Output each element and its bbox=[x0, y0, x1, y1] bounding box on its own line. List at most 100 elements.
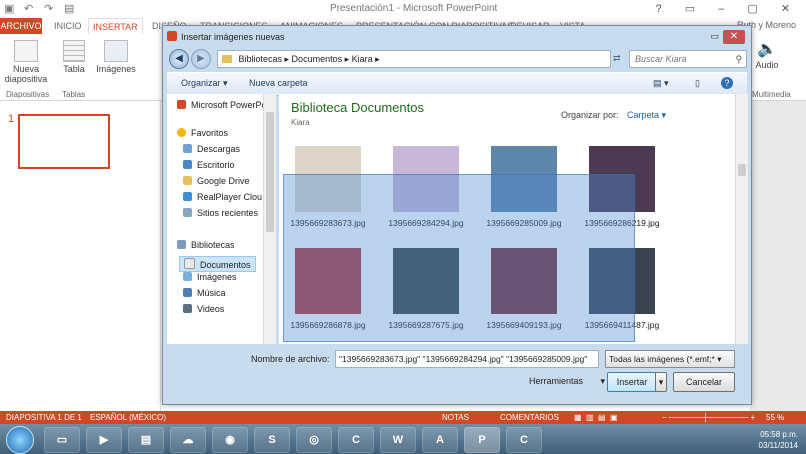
organize-by-dropdown[interactable]: Carpeta ▾ bbox=[627, 110, 666, 121]
library-title: Biblioteca Documentos bbox=[291, 100, 424, 115]
file-type-select[interactable]: Todas las imágenes (*.emf;* ▾ bbox=[605, 350, 735, 368]
present-icon[interactable]: ▤ bbox=[64, 2, 74, 15]
content-scrollbar[interactable] bbox=[735, 94, 748, 344]
notes-button[interactable]: NOTAS bbox=[442, 413, 469, 422]
slide-number: 1 bbox=[8, 113, 15, 125]
tools-dropdown[interactable]: Herramientas ▾ bbox=[529, 376, 605, 387]
content-scroll-thumb[interactable] bbox=[738, 164, 746, 176]
nav-favorites-header[interactable]: Favoritos bbox=[177, 128, 228, 138]
nav-label: Favoritos bbox=[191, 128, 229, 138]
nav-item-powerpoint[interactable]: Microsoft PowerPo bbox=[177, 100, 267, 110]
window-controls[interactable]: ? ▭ – ▢ ✕ bbox=[656, 2, 800, 15]
file-name-value: "1395669283673.jpg" "1395669284294.jpg" … bbox=[339, 354, 588, 364]
chrome-icon[interactable]: ◎ bbox=[296, 427, 332, 453]
skype-icon[interactable]: S bbox=[254, 427, 290, 453]
libraries-icon bbox=[177, 240, 186, 249]
nav-label: Sitios recientes bbox=[197, 208, 259, 218]
file-name-input[interactable]: "1395669283673.jpg" "1395669284294.jpg" … bbox=[335, 350, 599, 368]
images-label: Imágenes bbox=[96, 64, 136, 74]
pdf-icon[interactable]: A bbox=[422, 427, 458, 453]
folder-icon[interactable]: ▤ bbox=[128, 427, 164, 453]
nav-item-descargas[interactable]: Descargas bbox=[183, 144, 240, 154]
selection-rectangle bbox=[283, 174, 635, 342]
file-list-pane: Biblioteca Documentos Kiara Organizar po… bbox=[279, 94, 748, 344]
nav-item-musica[interactable]: Música bbox=[183, 288, 226, 298]
nav-item-google-drive[interactable]: Google Drive bbox=[183, 176, 250, 186]
powerpoint-icon[interactable]: P bbox=[464, 427, 500, 453]
realplayer-icon[interactable]: ◉ bbox=[212, 427, 248, 453]
nav-label: Música bbox=[197, 288, 226, 298]
nav-scrollbar[interactable] bbox=[263, 94, 276, 344]
new-folder-button[interactable]: Nueva carpeta bbox=[249, 78, 308, 88]
search-icon[interactable]: ⚲ bbox=[736, 54, 743, 64]
table-label: Tabla bbox=[63, 64, 85, 74]
explorer-icon[interactable]: ▭ bbox=[44, 427, 80, 453]
nav-item-realplayer[interactable]: RealPlayer Clou bbox=[183, 192, 262, 202]
group-media: Multimedia bbox=[752, 90, 791, 99]
view-options-icon[interactable]: ▤ ▾ bbox=[653, 78, 669, 89]
folder-icon bbox=[222, 55, 232, 63]
navigation-pane: Microsoft PowerPo Favoritos Descargas Es… bbox=[167, 94, 276, 344]
star-icon bbox=[177, 128, 186, 137]
zoom-slider[interactable]: − ──────┼─────── + bbox=[662, 413, 755, 422]
audio-button[interactable]: 🔈 Audio bbox=[752, 40, 782, 70]
redo-icon[interactable]: ↷ bbox=[44, 2, 53, 15]
status-bar: DIAPOSITIVA 1 DE 1 ESPAÑOL (MÉXICO) NOTA… bbox=[0, 411, 806, 424]
back-icon[interactable]: ◀ bbox=[169, 49, 189, 69]
undo-icon[interactable]: ↶ bbox=[24, 2, 33, 15]
nav-label: Microsoft PowerPo bbox=[191, 100, 267, 110]
table-icon bbox=[63, 40, 85, 62]
language[interactable]: ESPAÑOL (MÉXICO) bbox=[90, 413, 166, 422]
view-buttons[interactable]: ▦ ▥ ▤ ▣ bbox=[574, 413, 618, 422]
group-tablas: Tablas bbox=[62, 90, 86, 99]
insert-dropdown-arrow[interactable]: ▾ bbox=[655, 372, 667, 392]
media-icon[interactable]: ▶ bbox=[86, 427, 122, 453]
insert-button[interactable]: Insertar bbox=[607, 372, 657, 392]
clock-time: 05:58 p.m. bbox=[760, 430, 798, 439]
breadcrumb[interactable]: Bibliotecas ▸ Documentos ▸ Kiara ▸ bbox=[239, 54, 380, 64]
nav-scroll-thumb[interactable] bbox=[266, 112, 274, 232]
cancel-button[interactable]: Cancelar bbox=[673, 372, 735, 392]
clock[interactable]: 05:58 p.m. 03/11/2014 bbox=[759, 429, 798, 451]
editing-area[interactable] bbox=[710, 101, 806, 411]
nav-item-imagenes[interactable]: Imágenes bbox=[183, 272, 237, 282]
table-button[interactable]: Tabla bbox=[58, 40, 90, 74]
slide-thumbnail[interactable] bbox=[18, 114, 110, 169]
search-input[interactable] bbox=[633, 53, 733, 65]
taskbar: ▭ ▶ ▤ ☁ ◉ S ◎ C W A P C 05:58 p.m. 03/11… bbox=[0, 424, 806, 454]
save-icon[interactable]: ▣ bbox=[4, 2, 14, 15]
preview-pane-icon[interactable]: ▯ bbox=[695, 78, 700, 89]
search-box[interactable]: ⚲ bbox=[629, 50, 747, 68]
refresh-icon[interactable]: ⇄ bbox=[613, 50, 627, 66]
comments-button[interactable]: COMENTARIOS bbox=[500, 413, 559, 422]
nav-label: RealPlayer Clou bbox=[197, 192, 263, 202]
close-icon[interactable]: ✕ bbox=[723, 30, 745, 44]
tab-inicio[interactable]: INICIO bbox=[50, 18, 86, 34]
nav-item-videos[interactable]: Videos bbox=[183, 304, 224, 314]
nav-item-documentos[interactable]: Documentos bbox=[179, 256, 256, 272]
camtasia-icon[interactable]: C bbox=[338, 427, 374, 453]
pictures-icon bbox=[183, 272, 192, 281]
app-title-bar: ▣ ↶ ↷ ▤ Presentación1 - Microsoft PowerP… bbox=[0, 0, 806, 18]
help-icon[interactable]: ? bbox=[721, 77, 733, 89]
file-type-value: Todas las imágenes (*.emf;* ▾ bbox=[609, 354, 722, 364]
new-slide-button[interactable]: Nueva diapositiva bbox=[2, 40, 50, 84]
forward-icon[interactable]: ▶ bbox=[191, 49, 211, 69]
minimize-icon[interactable]: ▭ bbox=[710, 31, 719, 42]
address-bar[interactable]: Bibliotecas ▸ Documentos ▸ Kiara ▸ bbox=[217, 50, 611, 68]
tab-archivo[interactable]: ARCHIVO bbox=[0, 18, 42, 34]
start-icon[interactable] bbox=[6, 426, 34, 454]
images-button[interactable]: Imágenes bbox=[94, 40, 138, 74]
word-icon[interactable]: W bbox=[380, 427, 416, 453]
organize-button[interactable]: Organizar ▾ bbox=[181, 78, 228, 89]
camtasia-recorder-icon[interactable]: C bbox=[506, 427, 542, 453]
nav-label: Videos bbox=[197, 304, 225, 314]
tab-insertar[interactable]: INSERTAR bbox=[88, 18, 143, 35]
zoom-level[interactable]: 55 % bbox=[766, 413, 784, 422]
file-name-label: Nombre de archivo: bbox=[251, 354, 330, 364]
nav-item-recientes[interactable]: Sitios recientes bbox=[183, 208, 258, 218]
music-icon bbox=[183, 288, 192, 297]
nav-libraries-header[interactable]: Bibliotecas bbox=[177, 240, 235, 250]
nav-item-escritorio[interactable]: Escritorio bbox=[183, 160, 235, 170]
cloud-icon[interactable]: ☁ bbox=[170, 427, 206, 453]
